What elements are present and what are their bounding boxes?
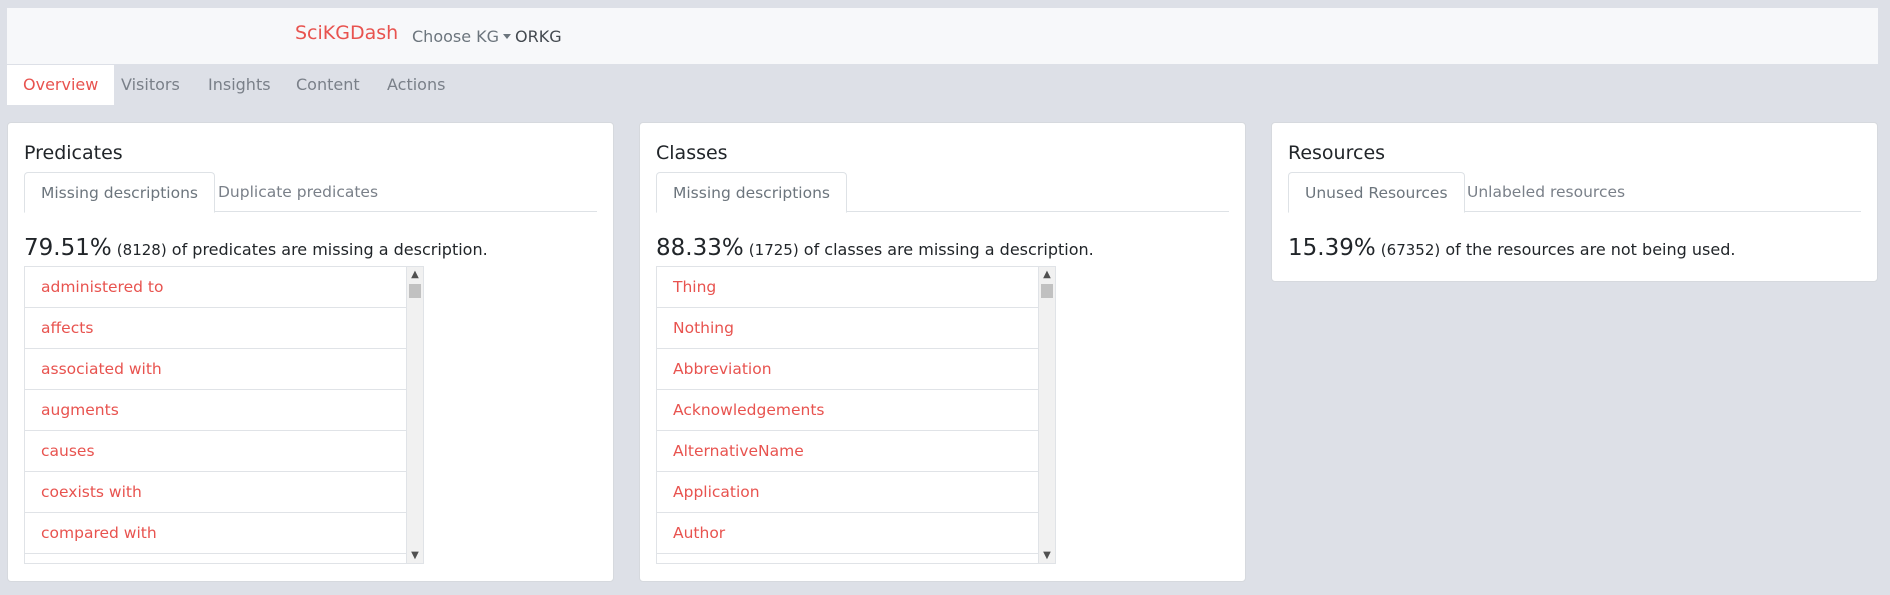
list-item[interactable]: coexists with — [25, 472, 407, 513]
stat-count: (8128) — [116, 241, 167, 259]
scroll-up-icon[interactable]: ▲ — [1039, 267, 1055, 282]
predicates-list: administered to affects associated with … — [24, 266, 424, 564]
list-item[interactable]: Nothing — [657, 308, 1039, 349]
list-item[interactable] — [25, 554, 407, 563]
list-item[interactable]: Thing — [657, 267, 1039, 308]
scrollbar-thumb[interactable] — [409, 284, 421, 298]
list-item[interactable]: AlternativeName — [657, 431, 1039, 472]
list-item[interactable]: affects — [25, 308, 407, 349]
list-item[interactable]: Application — [657, 472, 1039, 513]
top-navbar: SciKGDash Choose KG ORKG — [7, 8, 1878, 64]
list-item[interactable]: augments — [25, 390, 407, 431]
tab-visitors[interactable]: Visitors — [105, 65, 196, 105]
predicates-stat: 79.51% (8128) of predicates are missing … — [24, 235, 488, 261]
choose-kg-label: Choose KG — [412, 27, 500, 46]
choose-kg-dropdown[interactable]: Choose KG — [412, 27, 512, 46]
list-item[interactable]: associated with — [25, 349, 407, 390]
tab-missing-descriptions[interactable]: Missing descriptions — [24, 172, 215, 213]
tab-content[interactable]: Content — [280, 65, 376, 105]
stat-count: (67352) — [1380, 241, 1441, 259]
brand-logo[interactable]: SciKGDash — [295, 22, 398, 44]
list-item[interactable]: administered to — [25, 267, 407, 308]
classes-subtabs: Missing descriptions — [656, 172, 1229, 213]
scroll-down-icon[interactable]: ▼ — [1039, 548, 1055, 563]
scrollbar-thumb[interactable] — [1041, 284, 1053, 298]
classes-stat: 88.33% (1725) of classes are missing a d… — [656, 235, 1094, 261]
scrollbar[interactable]: ▲ ▼ — [1038, 267, 1055, 563]
tab-duplicate-predicates[interactable]: Duplicate predicates — [202, 172, 394, 213]
classes-list: Thing Nothing Abbreviation Acknowledgeme… — [656, 266, 1056, 564]
selected-kg-name: ORKG — [515, 27, 562, 46]
tab-missing-descriptions[interactable]: Missing descriptions — [656, 172, 847, 213]
predicates-card: Predicates Missing descriptions Duplicat… — [7, 122, 614, 582]
scroll-down-icon[interactable]: ▼ — [407, 548, 423, 563]
stat-percent: 88.33% — [656, 235, 744, 261]
stat-text: of the resources are not being used. — [1445, 240, 1736, 259]
caret-down-icon — [503, 34, 512, 39]
tab-overview[interactable]: Overview — [7, 65, 115, 105]
list-item[interactable] — [657, 554, 1039, 563]
classes-title: Classes — [656, 142, 728, 164]
list-item[interactable]: Author — [657, 513, 1039, 554]
tab-unlabeled-resources[interactable]: Unlabeled resources — [1451, 172, 1641, 213]
tab-actions[interactable]: Actions — [371, 65, 461, 105]
list-item[interactable]: causes — [25, 431, 407, 472]
stat-count: (1725) — [748, 241, 799, 259]
stat-text: of predicates are missing a description. — [171, 240, 488, 259]
resources-subtabs: Unused Resources Unlabeled resources — [1288, 172, 1861, 213]
tab-insights[interactable]: Insights — [192, 65, 287, 105]
list-item[interactable]: Acknowledgements — [657, 390, 1039, 431]
stat-percent: 15.39% — [1288, 235, 1376, 261]
resources-title: Resources — [1288, 142, 1386, 164]
stat-text: of classes are missing a description. — [803, 240, 1094, 259]
predicates-subtabs: Missing descriptions Duplicate predicate… — [24, 172, 597, 213]
tab-unused-resources[interactable]: Unused Resources — [1288, 172, 1465, 213]
stat-percent: 79.51% — [24, 235, 112, 261]
scroll-up-icon[interactable]: ▲ — [407, 267, 423, 282]
scrollbar[interactable]: ▲ ▼ — [406, 267, 423, 563]
resources-stat: 15.39% (67352) of the resources are not … — [1288, 235, 1735, 261]
classes-card: Classes Missing descriptions 88.33% (172… — [639, 122, 1246, 582]
list-item[interactable]: Abbreviation — [657, 349, 1039, 390]
list-item[interactable]: compared with — [25, 513, 407, 554]
predicates-title: Predicates — [24, 142, 123, 164]
resources-card: Resources Unused Resources Unlabeled res… — [1271, 122, 1878, 282]
